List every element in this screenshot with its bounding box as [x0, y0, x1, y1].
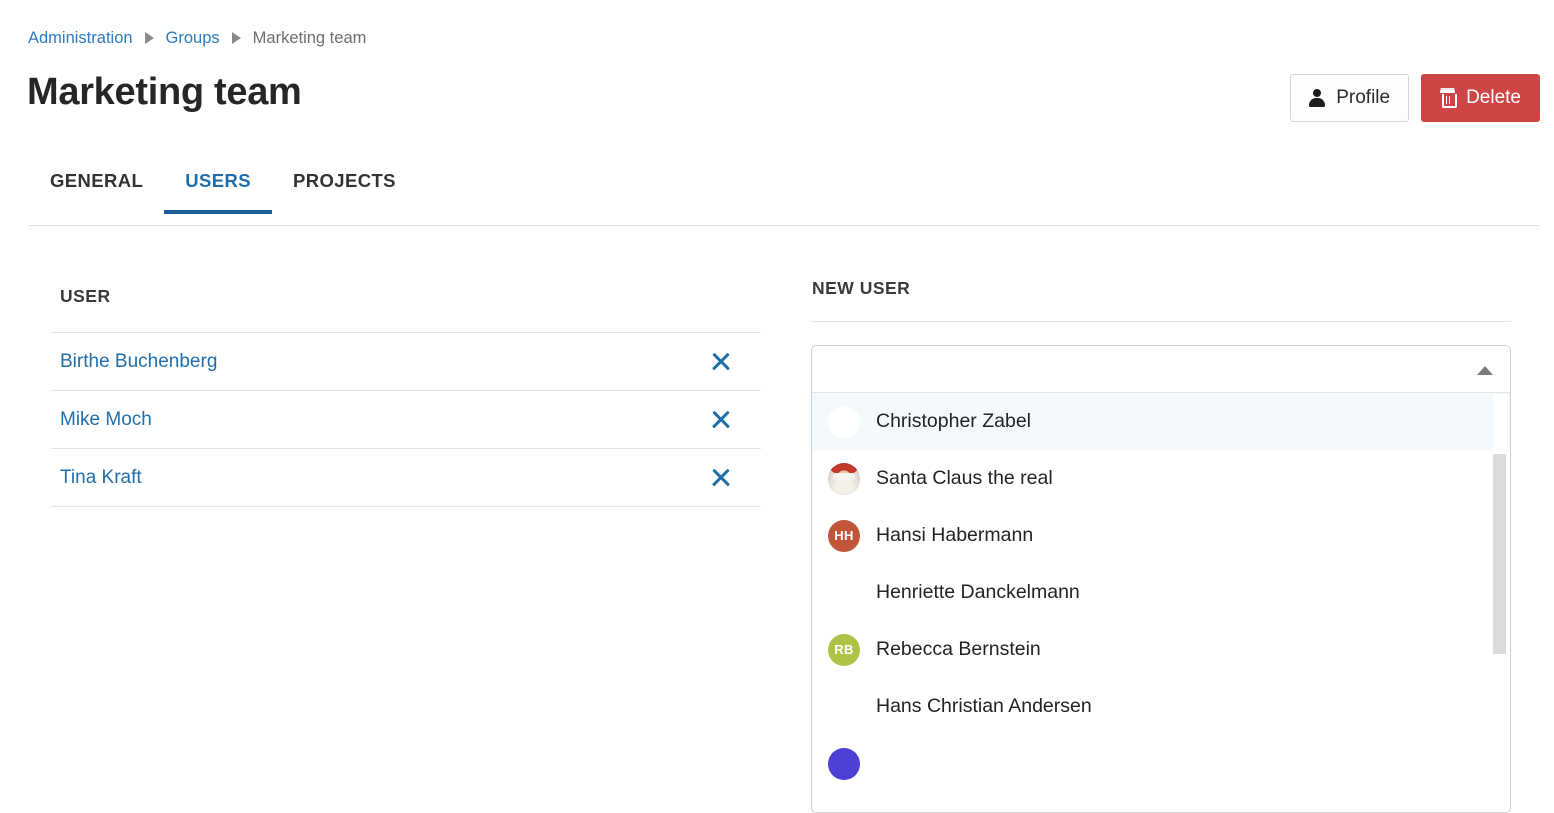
list-item-label: Hans Christian Andersen	[876, 695, 1092, 717]
avatar	[828, 691, 860, 723]
user-link[interactable]: Mike Moch	[60, 409, 152, 431]
list-item[interactable]	[812, 735, 1510, 792]
avatar	[828, 405, 860, 438]
profile-button[interactable]: Profile	[1290, 74, 1410, 122]
users-panel-heading: USER	[60, 286, 111, 306]
list-item-label: Santa Claus the real	[876, 467, 1053, 489]
avatar	[828, 747, 860, 780]
users-panel: USER Birthe Buchenberg Mike Moch Tina Kr…	[51, 286, 761, 507]
table-row[interactable]: Tina Kraft	[51, 449, 761, 507]
tab-general[interactable]: GENERAL	[28, 170, 164, 214]
dropdown-scrollbar-thumb[interactable]	[1493, 454, 1506, 654]
breadcrumb-separator-icon	[231, 32, 241, 45]
profile-button-label: Profile	[1336, 87, 1391, 108]
avatar	[828, 577, 860, 609]
page-title: Marketing team	[27, 71, 302, 113]
list-item-label: Christopher Zabel	[876, 410, 1031, 432]
chevron-up-icon[interactable]	[1477, 366, 1493, 375]
user-link[interactable]: Tina Kraft	[60, 467, 142, 489]
delete-button-label: Delete	[1466, 87, 1521, 108]
list-item[interactable]: Hans Christian Andersen	[812, 678, 1510, 735]
list-item-label: Rebecca Bernstein	[876, 638, 1041, 660]
list-item[interactable]: HH Hansi Habermann	[812, 507, 1510, 564]
avatar: HH	[828, 519, 860, 552]
tab-projects[interactable]: PROJECTS	[272, 170, 417, 214]
new-user-option-list: Christopher Zabel Santa Claus the real H…	[812, 393, 1510, 812]
close-x-icon[interactable]	[707, 348, 735, 376]
tab-bar-divider	[28, 225, 1540, 226]
close-x-icon[interactable]	[707, 464, 735, 492]
new-user-combobox[interactable]: Christopher Zabel Santa Claus the real H…	[811, 345, 1511, 813]
avatar	[828, 462, 860, 495]
breadcrumb-item-administration[interactable]: Administration	[28, 30, 133, 47]
list-item[interactable]: Santa Claus the real	[812, 450, 1510, 507]
delete-button[interactable]: Delete	[1421, 74, 1540, 122]
list-item-label: Henriette Danckelmann	[876, 581, 1080, 603]
avatar: RB	[828, 633, 860, 666]
new-user-search-input[interactable]	[812, 346, 1510, 393]
trash-icon	[1440, 89, 1458, 108]
list-item[interactable]: Christopher Zabel	[812, 393, 1510, 450]
table-row[interactable]: Mike Moch	[51, 391, 761, 449]
tab-bar: GENERAL USERS PROJECTS	[28, 170, 417, 214]
list-item[interactable]: RB Rebecca Bernstein	[812, 621, 1510, 678]
user-link[interactable]: Birthe Buchenberg	[60, 351, 217, 373]
new-user-panel: NEW USER Christopher Zabel Santa Claus t…	[811, 278, 1511, 813]
breadcrumb-separator-icon	[144, 32, 154, 45]
close-x-icon[interactable]	[707, 406, 735, 434]
new-user-panel-heading: NEW USER	[812, 278, 911, 298]
breadcrumb-item-current: Marketing team	[252, 29, 367, 47]
header-actions: Profile Delete	[1290, 74, 1540, 122]
breadcrumb-item-groups[interactable]: Groups	[166, 30, 220, 47]
new-user-panel-divider	[811, 321, 1511, 322]
breadcrumb: Administration Groups Marketing team	[28, 30, 366, 47]
list-item-label: Hansi Habermann	[876, 524, 1034, 546]
person-icon	[1309, 89, 1326, 107]
list-item[interactable]: Henriette Danckelmann	[812, 564, 1510, 621]
table-row[interactable]: Birthe Buchenberg	[51, 333, 761, 391]
dropdown-scrollbar-track[interactable]	[1493, 394, 1509, 812]
tab-users[interactable]: USERS	[164, 170, 272, 214]
